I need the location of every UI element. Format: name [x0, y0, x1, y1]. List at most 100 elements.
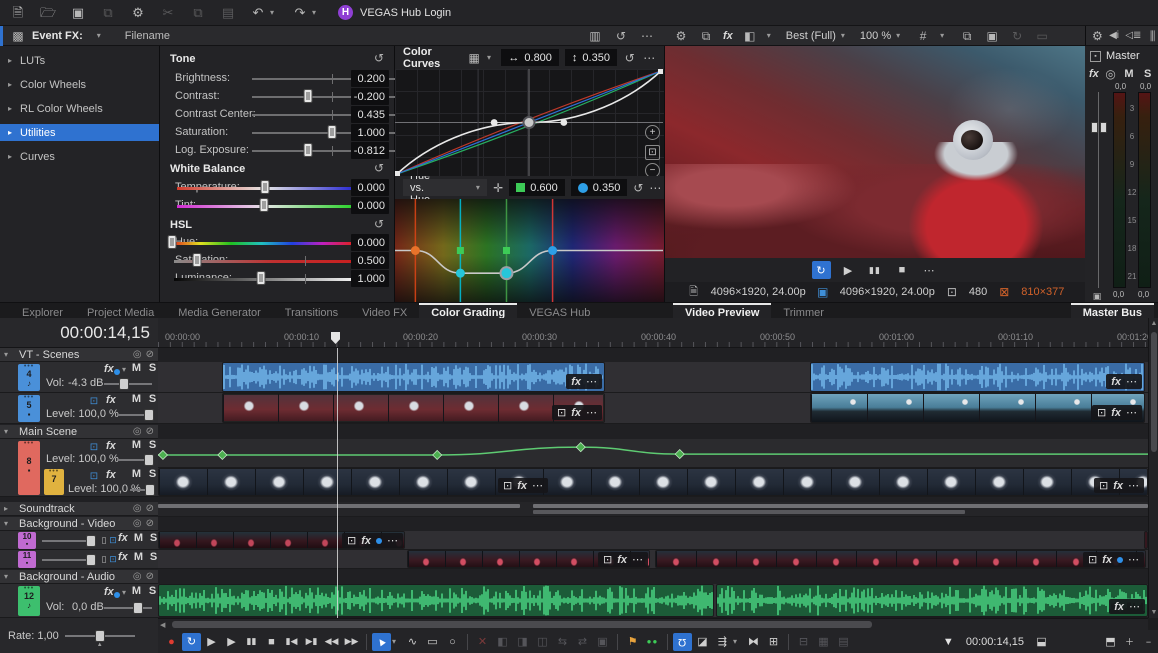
contrast-slider-handle[interactable]	[304, 89, 313, 103]
collapse-icon[interactable]: ▾	[4, 572, 14, 581]
level-slider[interactable]	[130, 489, 152, 491]
loop-region-icon[interactable]: ↻	[1009, 28, 1025, 44]
group-header-vt-scenes[interactable]: ▾ VT - Scenes ◎⊘	[0, 348, 158, 362]
preview-loop-button[interactable]: ↻	[812, 261, 831, 279]
event-more-icon[interactable]: ⋯	[532, 479, 543, 492]
group-bypass-icon[interactable]: ⊘	[146, 518, 154, 529]
brightness-value[interactable]: 0.200	[351, 70, 389, 87]
group-header-main-scene[interactable]: ▾ Main Scene ◎⊘	[0, 425, 158, 439]
tab-project-media[interactable]: Project Media	[75, 303, 166, 319]
expand-icon[interactable]: ▸	[8, 80, 12, 89]
sidebar-item-color-wheels[interactable]: ▸Color Wheels	[0, 76, 159, 93]
grid-overlay-icon[interactable]: #	[915, 28, 931, 44]
event-more-icon[interactable]: ⋯	[632, 553, 643, 566]
tab-master-bus[interactable]: Master Bus	[1071, 303, 1154, 319]
event-crop-icon[interactable]: ⊡	[347, 534, 356, 547]
curve-zoom-in-icon[interactable]: +	[645, 125, 660, 140]
pause-button[interactable]: ▮▮	[242, 633, 261, 651]
track-content-11[interactable]: ⊡fx⋯ ⊡fx⋯	[158, 550, 1148, 569]
event-fx-buttons[interactable]: fx⋯	[566, 374, 602, 389]
master-fader-track[interactable]	[1098, 92, 1099, 288]
rewind-button[interactable]: ◀◀	[322, 633, 341, 651]
hue-value[interactable]: 0.000	[351, 234, 389, 251]
track-content-soundtrack[interactable]	[158, 502, 1148, 517]
group-bypass-icon[interactable]: ⊘	[146, 503, 154, 514]
track-list-button[interactable]: ▤	[834, 633, 853, 651]
track-header-8[interactable]: •••8▪ ⊡ fx M S Level: 100,0 % •••7 ⊡ fx …	[0, 439, 158, 497]
level-slider[interactable]	[42, 540, 94, 542]
level-slider[interactable]	[42, 559, 94, 561]
event-fx-buttons[interactable]: ⊡fx⋯	[342, 533, 403, 548]
level-slider-handle[interactable]	[145, 484, 155, 496]
audio-event[interactable]: fx⋯	[222, 362, 605, 392]
event-crop-icon[interactable]: ⊡	[1097, 406, 1106, 419]
hue-slider-handle[interactable]	[168, 235, 177, 249]
edit-tool-caret-icon[interactable]: ▾	[392, 637, 402, 646]
mixer-trim-button[interactable]: ⊟	[794, 633, 813, 651]
collapsed-event-bar[interactable]	[158, 504, 520, 508]
vol-value[interactable]: -4.3 dB	[68, 377, 103, 389]
event-fx-buttons[interactable]: ⊡fx⋯	[552, 405, 602, 420]
event-fx-icon[interactable]: fx	[1111, 376, 1121, 388]
group-bypass-icon[interactable]: ⊘	[146, 571, 154, 582]
event-fx-buttons[interactable]: fx⋯	[1106, 374, 1142, 389]
track-header-4[interactable]: •••4♪ fx ▾ M S Vol: -4.3 dB	[0, 362, 158, 393]
video-event[interactable]: ⊡fx⋯ ⊡fx⋯	[158, 468, 1148, 496]
timeline-hscrollbar[interactable]: ◀	[158, 618, 1148, 630]
video-event[interactable]: ⊡fx⋯	[407, 550, 650, 568]
mute-button[interactable]: M	[130, 439, 143, 451]
timeline-zoom-out-button[interactable]: −	[1139, 633, 1158, 651]
group-header-background-video[interactable]: ▾ Background - Video ◎⊘	[0, 517, 158, 531]
new-project-icon[interactable]: 🗎	[8, 4, 28, 22]
event-fx-buttons[interactable]: ⊡fx⋯	[1092, 405, 1142, 420]
tint-value[interactable]: 0.000	[351, 197, 389, 214]
trim-start-button[interactable]: ◧	[493, 633, 512, 651]
track-content-8[interactable]	[158, 439, 1148, 468]
track-header-10[interactable]: 10▪ ▯ ⊡ fx M S	[0, 531, 158, 550]
curves-more-icon[interactable]: ⋯	[642, 50, 656, 66]
timeline-vscrollbar[interactable]: ▲ ▼	[1148, 318, 1158, 618]
tab-video-fx[interactable]: Video FX	[350, 303, 419, 319]
event-more-icon[interactable]: ⋯	[586, 375, 597, 388]
collapse-icon[interactable]: ▾	[4, 427, 14, 436]
collapse-icon[interactable]: ▸	[4, 504, 14, 513]
preview-stop-button[interactable]: ■	[893, 261, 912, 279]
playhead-line[interactable]	[337, 348, 338, 618]
event-fx-icon[interactable]: fx	[361, 535, 371, 547]
play-button[interactable]: ▶	[222, 633, 241, 651]
hue-vs-hue-graph[interactable]	[395, 199, 664, 302]
master-fader-handle-left[interactable]	[1091, 122, 1098, 133]
track-fx-button[interactable]: fx	[106, 469, 116, 481]
copy-icon[interactable]: ⧉	[188, 4, 208, 22]
event-crop-icon[interactable]: ⊡	[1099, 479, 1108, 492]
sidebar-item-luts[interactable]: ▸LUTs	[0, 52, 159, 69]
group-fx-icon[interactable]: ◎	[133, 426, 142, 437]
properties-gear-icon[interactable]: ⚙	[128, 4, 148, 22]
event-fx-icon[interactable]: fx	[1102, 554, 1112, 566]
auto-ripple-caret-icon[interactable]: ▾	[733, 637, 743, 646]
track-content-4[interactable]: fx⋯ fx⋯	[158, 362, 1148, 393]
save-project-icon[interactable]: ▣	[68, 4, 88, 22]
delete-button[interactable]: ✕	[473, 633, 492, 651]
plugin-chain-icon[interactable]: ▥	[587, 28, 603, 44]
expand-icon[interactable]: ▸	[8, 56, 12, 65]
temperature-slider-handle[interactable]	[261, 180, 270, 194]
stop-button[interactable]: ■	[262, 633, 281, 651]
vol-value[interactable]: 0,0 dB	[72, 601, 104, 613]
save-snapshot-icon[interactable]: ▣	[984, 28, 1000, 44]
hue-green-chip[interactable]: 0.600	[509, 179, 565, 196]
track-content-10[interactable]: ⊡fx⋯	[158, 531, 1148, 550]
track-header-11[interactable]: 11▪ ▯ ⊡ fx M S	[0, 550, 158, 569]
group-header-background-audio[interactable]: ▾ Background - Audio ◎⊘	[0, 570, 158, 584]
event-fx-more-icon[interactable]: ⋯	[639, 28, 655, 44]
curve-fit-icon[interactable]: ⊡	[645, 145, 660, 160]
hue-more-icon[interactable]: ⋯	[649, 180, 661, 196]
event-fx-icon[interactable]: fx	[1111, 407, 1121, 419]
track-color-tab[interactable]: 10▪	[18, 532, 36, 549]
mute-button[interactable]: M	[130, 468, 143, 480]
video-output-fx-icon[interactable]: fx	[723, 30, 733, 42]
event-fx-buttons[interactable]: ⊡fx⋯	[498, 478, 548, 493]
saturation-slider-handle[interactable]	[328, 125, 337, 139]
transport-timecode[interactable]: 00:00:14,15	[966, 636, 1024, 648]
group-fx-icon[interactable]: ◎	[133, 503, 142, 514]
